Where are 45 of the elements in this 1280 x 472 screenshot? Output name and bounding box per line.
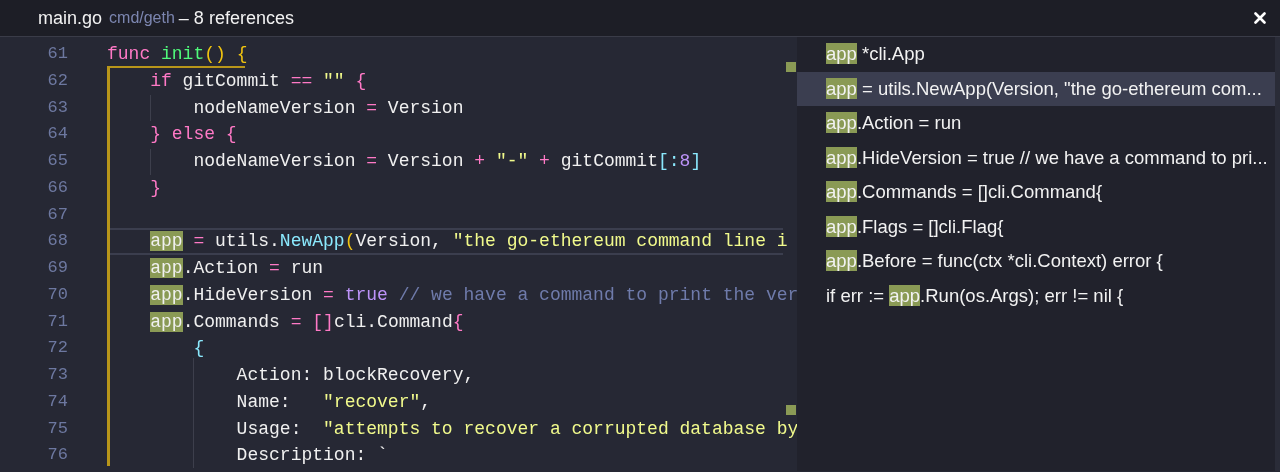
reference-item[interactable]: app = utils.NewApp(Version, "the go-ethereum com... <box>797 71 1275 106</box>
code-line: app.Action = run <box>149 257 324 280</box>
line-number: 70 <box>46 283 68 306</box>
code-line: Description: ` <box>235 444 388 468</box>
line-number: 67 <box>46 203 68 226</box>
line-number: 65 <box>46 150 68 172</box>
line-number: 71 <box>46 310 68 333</box>
code-line: Usage: "attempts to recover a corrupted database by <box>235 417 797 441</box>
code-line: app.Commands = []cli.Command{ <box>149 310 464 334</box>
code-line: if gitCommit == "" { <box>149 69 367 93</box>
reference-item[interactable]: if err := app.Run(os.Args); err != nil { <box>797 278 1275 313</box>
file-path: cmd/geth <box>109 9 175 27</box>
close-icon[interactable] <box>1254 12 1266 24</box>
line-number: 69 <box>46 257 68 279</box>
line-number: 62 <box>46 69 68 92</box>
reference-item[interactable]: app.HideVersion = true // we have a command to pri... <box>797 140 1275 175</box>
reference-item[interactable]: app *cli.App <box>797 37 1275 72</box>
reference-count: – 8 references <box>178 7 294 29</box>
line-number: 75 <box>46 417 68 440</box>
file-name: main.go <box>38 7 103 29</box>
line-number: 76 <box>46 444 68 467</box>
code-line: } else { <box>149 123 237 147</box>
code-line: func init() { <box>107 43 248 66</box>
line-number: 68 <box>46 230 68 253</box>
code-line: Name: "recover", <box>235 390 432 414</box>
reference-item[interactable]: app.Flags = []cli.Flag{ <box>797 209 1275 244</box>
line-number: 73 <box>46 364 68 386</box>
match-marker <box>786 62 796 72</box>
code-line: app.HideVersion = true // we have a command to print the ver <box>149 283 797 307</box>
code-line: } <box>149 176 161 200</box>
line-number: 72 <box>46 337 68 360</box>
code-line: nodeNameVersion = Version + "-" + gitCommit[:8] <box>192 150 702 173</box>
line-number: 74 <box>46 390 68 413</box>
line-number: 66 <box>46 176 68 199</box>
line-number: 63 <box>46 96 68 119</box>
line-number: 61 <box>46 43 68 65</box>
reference-item[interactable]: app.Commands = []cli.Command{ <box>797 175 1275 210</box>
reference-item[interactable]: app.Before = func(ctx *cli.Context) error { <box>797 244 1275 279</box>
code-line: nodeNameVersion = Version <box>192 96 464 120</box>
code-line: { <box>192 337 205 361</box>
code-line: app = utils.NewApp(Version, "the go-ethereum command line i <box>149 230 788 253</box>
code-line: Action: blockRecovery, <box>235 364 475 387</box>
line-number: 64 <box>46 123 68 146</box>
reference-item[interactable]: app.Action = run <box>797 106 1275 141</box>
match-marker <box>786 405 796 415</box>
